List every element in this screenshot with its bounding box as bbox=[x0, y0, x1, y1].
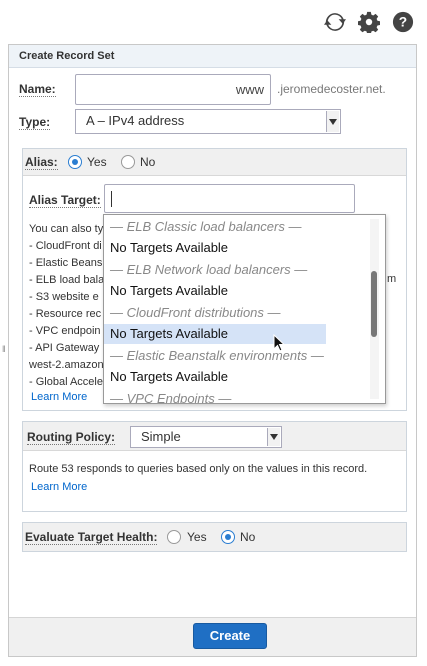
evaluate-target-health-header: Evaluate Target Health: Yes No bbox=[23, 523, 406, 551]
routing-description: Route 53 responds to queries based only … bbox=[29, 463, 368, 475]
routing-policy-section: Routing Policy: Simple Route 53 responds… bbox=[22, 421, 407, 512]
name-label: Name: bbox=[19, 82, 56, 97]
name-input[interactable]: www bbox=[75, 74, 271, 105]
info-line: You can also ty bbox=[29, 223, 104, 235]
info-line: - Elastic Beans bbox=[29, 257, 103, 269]
alias-no-label: No bbox=[140, 155, 156, 169]
panel-title: Create Record Set bbox=[9, 45, 416, 68]
info-line: - ELB load bala bbox=[29, 274, 105, 286]
info-line: - VPC endpoin bbox=[29, 325, 101, 337]
dropdown-group-header: — ELB Network load balancers — bbox=[110, 262, 308, 277]
alias-no-radio[interactable] bbox=[121, 155, 135, 169]
alias-target-input[interactable] bbox=[104, 184, 355, 213]
chevron-down-icon bbox=[267, 428, 280, 446]
refresh-icon[interactable] bbox=[323, 10, 347, 34]
routing-policy-select[interactable]: Simple bbox=[130, 426, 282, 448]
alias-target-dropdown[interactable]: — ELB Classic load balancers — No Target… bbox=[103, 214, 386, 404]
svg-text:?: ? bbox=[399, 15, 407, 30]
evaluate-target-health-label: Evaluate Target Health: bbox=[25, 530, 158, 545]
alias-info-text: You can also ty - CloudFront di - Elasti… bbox=[29, 221, 104, 391]
dropdown-option[interactable]: No Targets Available bbox=[104, 281, 326, 301]
dropdown-group-header: — ELB Classic load balancers — bbox=[110, 219, 302, 234]
mouse-pointer-icon bbox=[273, 333, 286, 355]
dropdown-option-highlighted[interactable]: No Targets Available bbox=[104, 324, 326, 344]
type-select[interactable]: A – IPv4 address bbox=[75, 109, 341, 134]
dropdown-group-header: — Elastic Beanstalk environments — bbox=[110, 348, 324, 363]
info-line: - Global Accele bbox=[29, 376, 103, 388]
type-select-value: A – IPv4 address bbox=[86, 113, 185, 128]
help-icon[interactable]: ? bbox=[391, 10, 415, 34]
info-line: - Resource rec bbox=[29, 308, 102, 320]
info-line: west-2.amazon bbox=[29, 359, 104, 371]
alias-yes-radio[interactable] bbox=[68, 155, 82, 169]
health-yes-radio[interactable] bbox=[167, 530, 181, 544]
resize-handle-icon[interactable]: ‖ bbox=[2, 344, 6, 354]
create-button[interactable]: Create bbox=[193, 623, 267, 649]
health-no-radio[interactable] bbox=[221, 530, 235, 544]
info-line: - CloudFront di bbox=[29, 240, 102, 252]
routing-learn-more-link[interactable]: Learn More bbox=[31, 481, 87, 493]
health-yes-label: Yes bbox=[187, 530, 207, 544]
chevron-down-icon bbox=[326, 111, 339, 132]
gear-icon[interactable] bbox=[357, 10, 381, 34]
name-input-value: www bbox=[235, 82, 264, 97]
info-line: - S3 website e bbox=[29, 291, 99, 303]
health-no-label: No bbox=[240, 530, 256, 544]
alias-label: Alias: bbox=[25, 155, 58, 170]
dropdown-group-header: — CloudFront distributions — bbox=[110, 305, 281, 320]
routing-policy-header: Routing Policy: Simple bbox=[23, 422, 406, 451]
panel-footer: Create bbox=[9, 617, 416, 656]
text-cursor bbox=[111, 191, 112, 207]
alias-learn-more-link[interactable]: Learn More bbox=[31, 391, 87, 403]
alias-section-header: Alias: Yes No bbox=[23, 149, 406, 176]
dropdown-group-header: — VPC Endpoints — bbox=[110, 391, 232, 404]
info-line: - API Gateway bbox=[29, 342, 100, 354]
dropdown-scrollbar[interactable] bbox=[370, 219, 379, 399]
top-toolbar: ? bbox=[323, 10, 415, 34]
evaluate-target-health-section: Evaluate Target Health: Yes No bbox=[22, 522, 407, 552]
dropdown-option[interactable]: No Targets Available bbox=[104, 367, 326, 387]
alias-yes-label: Yes bbox=[87, 155, 107, 169]
domain-suffix: .jeromedecoster.net. bbox=[277, 82, 386, 96]
type-label: Type: bbox=[19, 115, 51, 130]
dropdown-option[interactable]: No Targets Available bbox=[104, 238, 326, 258]
info-overflow-char: m bbox=[387, 273, 397, 285]
dropdown-scroll-thumb[interactable] bbox=[371, 271, 377, 337]
routing-policy-value: Simple bbox=[141, 429, 181, 444]
routing-policy-label: Routing Policy: bbox=[27, 430, 115, 445]
alias-target-label: Alias Target: bbox=[29, 193, 101, 208]
